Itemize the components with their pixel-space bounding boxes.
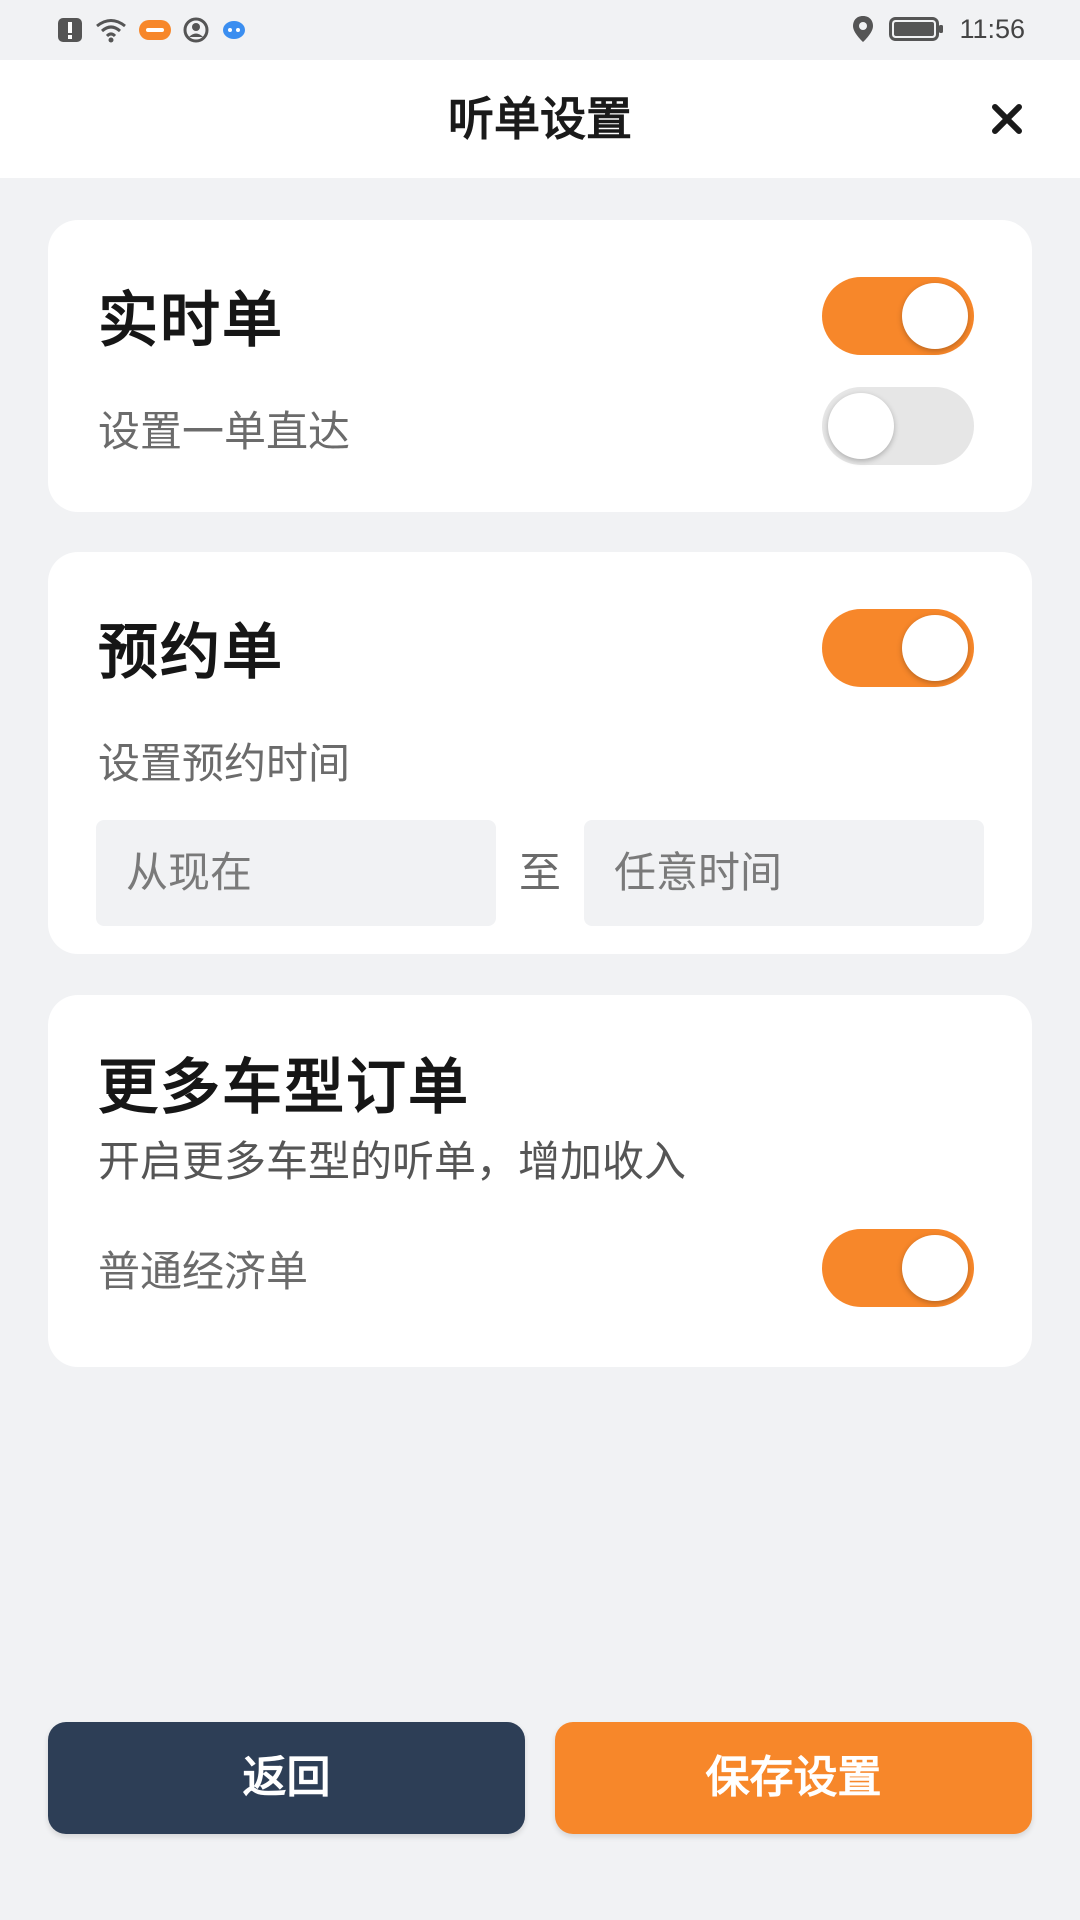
header: 听单设置 <box>0 60 1080 178</box>
realtime-order-card: 实时单 设置一单直达 <box>48 220 1032 512</box>
save-settings-button[interactable]: 保存设置 <box>555 1722 1032 1834</box>
reservation-order-title: 预约单 <box>98 618 284 688</box>
toggle-knob <box>902 615 968 681</box>
toggle-knob <box>828 393 894 459</box>
reservation-to-field[interactable]: 任意时间 <box>584 820 984 926</box>
alert-icon <box>56 16 84 44</box>
back-button[interactable]: 返回 <box>48 1722 525 1834</box>
reservation-time-separator: 至 <box>518 848 561 897</box>
toggle-knob <box>902 1235 968 1301</box>
face-icon <box>182 16 210 44</box>
realtime-order-toggle[interactable] <box>822 277 974 355</box>
listen-order-settings-page: 11:56 听单设置 实时单 设置一单直达 预约单 设置预约时间 从现在 至 任… <box>0 0 1080 1920</box>
direct-order-label: 设置一单直达 <box>98 407 351 456</box>
reservation-order-toggle[interactable] <box>822 609 974 687</box>
bubble-icon <box>220 16 248 44</box>
close-icon <box>992 104 1022 134</box>
status-time: 11:56 <box>959 13 1025 44</box>
status-icons-left <box>56 14 248 46</box>
location-icon <box>851 14 875 44</box>
reservation-from-field[interactable]: 从现在 <box>96 820 496 926</box>
status-bar: 11:56 <box>0 0 1080 60</box>
wifi-icon <box>94 16 128 44</box>
reservation-order-card: 预约单 设置预约时间 从现在 至 任意时间 <box>48 552 1032 954</box>
status-icons-right: 11:56 <box>851 12 1025 46</box>
more-vehicle-description: 开启更多车型的听单，增加收入 <box>98 1137 687 1186</box>
toggle-knob <box>902 283 968 349</box>
realtime-order-title: 实时单 <box>98 286 284 356</box>
reservation-time-label: 设置预约时间 <box>98 739 351 788</box>
economy-order-label: 普通经济单 <box>98 1247 309 1296</box>
close-button[interactable] <box>984 96 1030 142</box>
more-vehicle-title: 更多车型订单 <box>98 1053 470 1123</box>
app-badge-icon <box>138 16 172 44</box>
page-title: 听单设置 <box>448 92 632 146</box>
more-vehicle-card: 更多车型订单 开启更多车型的听单，增加收入 普通经济单 <box>48 995 1032 1367</box>
economy-order-toggle[interactable] <box>822 1229 974 1307</box>
direct-order-toggle[interactable] <box>822 387 974 465</box>
battery-icon <box>889 15 945 43</box>
